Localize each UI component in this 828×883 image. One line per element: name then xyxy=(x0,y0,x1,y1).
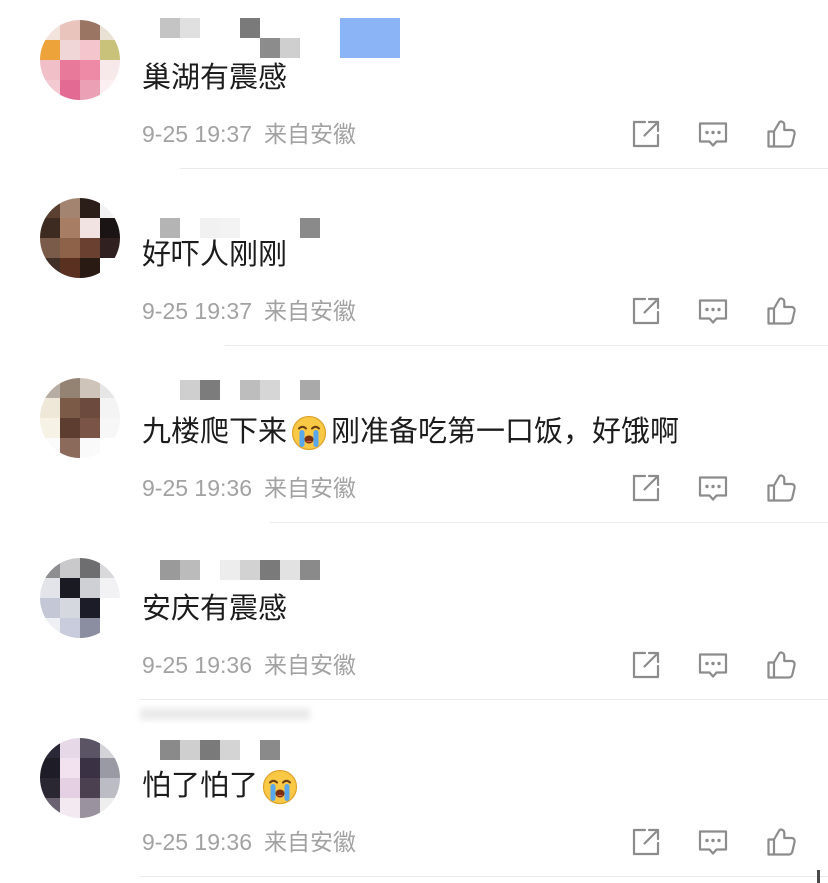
comment-text: 九楼爬下来 刚准备吃第一口饭，好饿啊 xyxy=(142,414,679,450)
divider xyxy=(270,522,828,523)
comment-source: 来自安徽 xyxy=(263,121,356,147)
divider xyxy=(180,168,828,169)
avatar[interactable] xyxy=(40,558,120,638)
comment-text-segment: 九楼爬下来 xyxy=(142,416,288,448)
like-icon xyxy=(765,826,797,858)
comment-item: 安庆有震感 9-25 19:36 来自安徽 xyxy=(0,531,828,708)
divider xyxy=(225,345,828,346)
like-icon xyxy=(765,118,797,150)
comment-button[interactable] xyxy=(697,649,729,681)
like-icon xyxy=(765,649,797,681)
username-pixelated[interactable] xyxy=(160,218,320,238)
comment-time: 9-25 19:36 xyxy=(142,829,252,855)
avatar[interactable] xyxy=(40,738,120,818)
share-icon xyxy=(630,826,662,858)
share-icon xyxy=(630,118,662,150)
username-pixelated[interactable] xyxy=(160,560,320,580)
like-button[interactable] xyxy=(765,295,797,327)
comment-source: 来自安徽 xyxy=(263,298,356,324)
comment-text: 安庆有震感 xyxy=(142,591,287,627)
comment-icon xyxy=(697,472,729,504)
comment-meta: 9-25 19:37 来自安徽 xyxy=(142,296,356,326)
comment-item: 九楼爬下来 刚准备吃第一口饭，好饿啊 9-25 19:36 来自安徽 xyxy=(0,354,828,531)
share-icon xyxy=(630,295,662,327)
comment-time: 9-25 19:36 xyxy=(142,652,252,678)
share-icon xyxy=(630,649,662,681)
crying-face-icon xyxy=(262,769,298,805)
comment-text: 怕了怕了 xyxy=(142,768,302,804)
crying-face-icon xyxy=(291,415,327,451)
comment-icon xyxy=(697,826,729,858)
comment-text: 巢湖有震感 xyxy=(142,60,287,96)
comment-time: 9-25 19:37 xyxy=(142,298,252,324)
comment-text-segment: 刚准备吃第一口饭，好饿啊 xyxy=(331,416,680,448)
username-pixelated[interactable] xyxy=(160,740,280,760)
share-button[interactable] xyxy=(630,649,662,681)
comment-text: 好吓人刚刚 xyxy=(142,237,287,273)
comment-text-segment: 巢湖有震感 xyxy=(142,62,288,94)
comment-button[interactable] xyxy=(697,295,729,327)
like-button[interactable] xyxy=(765,118,797,150)
scroll-indicator[interactable] xyxy=(817,870,820,883)
comment-icon xyxy=(697,118,729,150)
like-button[interactable] xyxy=(765,649,797,681)
avatar[interactable] xyxy=(40,20,120,100)
comment-icon xyxy=(697,649,729,681)
blurred-smear xyxy=(140,708,310,720)
comment-item: 怕了怕了 9-25 19:36 来自安徽 xyxy=(0,708,828,883)
like-button[interactable] xyxy=(765,472,797,504)
share-button[interactable] xyxy=(630,472,662,504)
divider xyxy=(140,876,828,877)
share-button[interactable] xyxy=(630,295,662,327)
comment-time: 9-25 19:36 xyxy=(142,475,252,501)
share-button[interactable] xyxy=(630,826,662,858)
comment-text-segment: 安庆有震感 xyxy=(142,593,288,625)
like-icon xyxy=(765,472,797,504)
username-pixelated[interactable] xyxy=(180,380,320,400)
comment-meta: 9-25 19:36 来自安徽 xyxy=(142,650,356,680)
comment-button[interactable] xyxy=(697,472,729,504)
comment-item: 好吓人刚刚 9-25 19:37 来自安徽 xyxy=(0,177,828,354)
comment-item: 巢湖有震感 9-25 19:37 来自安徽 xyxy=(0,0,828,177)
comment-meta: 9-25 19:37 来自安徽 xyxy=(142,119,356,149)
like-icon xyxy=(765,295,797,327)
comment-source: 来自安徽 xyxy=(263,829,356,855)
comment-source: 来自安徽 xyxy=(263,652,356,678)
comment-text-segment: 怕了怕了 xyxy=(142,770,259,802)
like-button[interactable] xyxy=(765,826,797,858)
share-icon xyxy=(630,472,662,504)
comment-button[interactable] xyxy=(697,118,729,150)
comment-time: 9-25 19:37 xyxy=(142,121,252,147)
comment-meta: 9-25 19:36 来自安徽 xyxy=(142,827,356,857)
comment-source: 来自安徽 xyxy=(263,475,356,501)
avatar[interactable] xyxy=(40,198,120,278)
comment-list: 巢湖有震感 9-25 19:37 来自安徽 好吓人刚刚 9-25 19:37 来自安… xyxy=(0,0,828,883)
comment-meta: 9-25 19:36 来自安徽 xyxy=(142,473,356,503)
comment-button[interactable] xyxy=(697,826,729,858)
username-pixelated[interactable] xyxy=(160,18,400,58)
share-button[interactable] xyxy=(630,118,662,150)
avatar[interactable] xyxy=(40,378,120,458)
comment-icon xyxy=(697,295,729,327)
comment-text-segment: 好吓人刚刚 xyxy=(142,239,288,271)
divider xyxy=(140,699,828,700)
